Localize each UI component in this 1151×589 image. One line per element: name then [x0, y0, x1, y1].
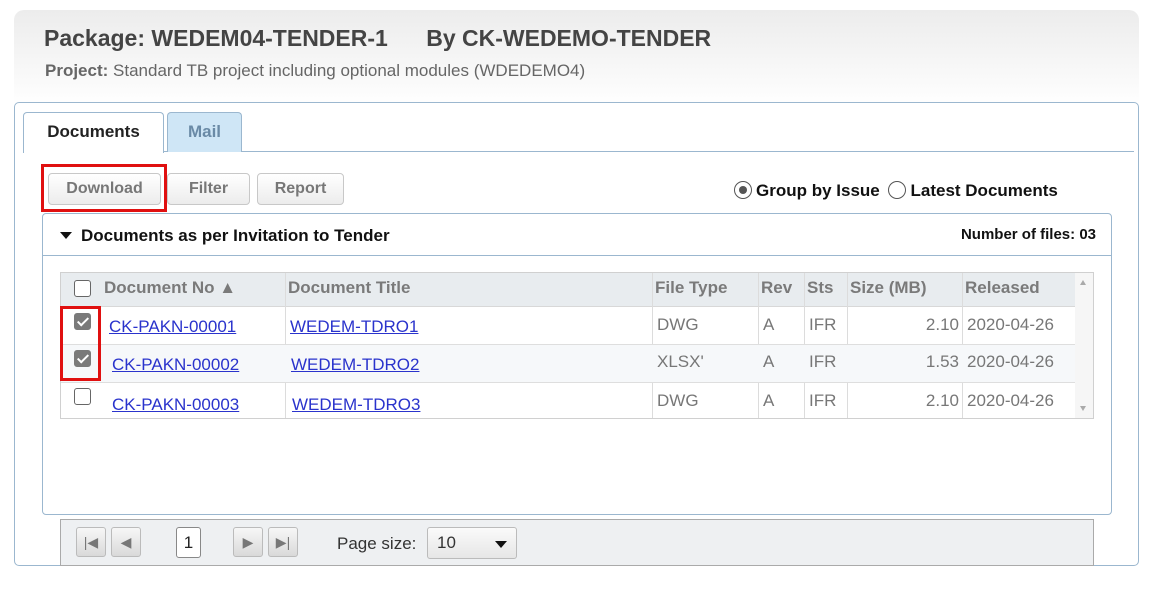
- col-file-type[interactable]: File Type: [655, 278, 727, 298]
- document-title-link[interactable]: WEDEM-TDRO1: [290, 317, 418, 337]
- page-size-value: 10: [437, 533, 456, 552]
- col-rev[interactable]: Rev: [761, 278, 792, 298]
- col-released[interactable]: Released: [965, 278, 1040, 298]
- first-page-icon[interactable]: |◀: [76, 527, 106, 557]
- sts-cell: IFR: [809, 352, 837, 371]
- filter-button[interactable]: Filter: [167, 173, 250, 205]
- rev-cell: A: [763, 391, 775, 410]
- main-panel: Documents Mail Download Filter Report Gr…: [14, 102, 1139, 566]
- chevron-down-icon: [495, 541, 507, 548]
- view-options: Group by Issue Latest Documents: [734, 181, 1062, 201]
- col-document-no[interactable]: Document No ▲: [104, 278, 236, 298]
- file-type-cell: DWG: [657, 391, 699, 410]
- page-size-select[interactable]: 10: [427, 527, 517, 559]
- table-row[interactable]: CK-PAKN-00001 WEDEM-TDRO1 DWG A IFR 2.10…: [61, 307, 1076, 345]
- document-title-link[interactable]: WEDEM-TDRO2: [291, 355, 419, 375]
- report-button[interactable]: Report: [257, 173, 344, 205]
- select-all-checkbox[interactable]: [74, 280, 91, 297]
- file-type-cell: DWG: [657, 315, 699, 334]
- package-label: Package:: [44, 25, 146, 51]
- checkbox-highlight-box: [60, 306, 101, 381]
- released-cell: 2020-04-26: [967, 391, 1054, 410]
- group-by-issue-radio[interactable]: [734, 181, 752, 199]
- page-number-input[interactable]: 1: [176, 527, 201, 558]
- file-count: Number of files: 03: [960, 226, 1096, 243]
- project-value: Standard TB project including optional m…: [113, 61, 586, 80]
- last-page-icon[interactable]: ▶|: [268, 527, 298, 557]
- document-no-link[interactable]: CK-PAKN-00003: [112, 395, 239, 415]
- document-title-link[interactable]: WEDEM-TDRO3: [292, 395, 420, 415]
- page-size-label: Page size:: [337, 534, 417, 553]
- table-row[interactable]: CK-PAKN-00002 WEDEM-TDRO2 XLSX' A IFR 1.…: [61, 345, 1076, 383]
- document-group-panel: Documents as per Invitation to Tender Nu…: [42, 213, 1112, 566]
- table-row[interactable]: CK-PAKN-00003 WEDEM-TDRO3 DWG A IFR 2.10…: [61, 383, 1076, 418]
- rev-cell: A: [763, 315, 775, 334]
- document-no-link[interactable]: CK-PAKN-00001: [109, 317, 236, 337]
- tab-documents[interactable]: Documents: [23, 112, 164, 153]
- download-highlight-box: [41, 164, 167, 212]
- size-cell: 1.53: [925, 352, 959, 371]
- group-by-issue-label[interactable]: Group by Issue: [756, 181, 880, 200]
- vertical-scrollbar[interactable]: [1075, 273, 1093, 418]
- document-no-link[interactable]: CK-PAKN-00002: [112, 355, 239, 375]
- by-label: By: [426, 25, 456, 51]
- project-line: Project: Standard TB project including o…: [45, 61, 585, 81]
- documents-grid: Document No ▲ Document Title File Type R…: [60, 272, 1094, 419]
- size-cell: 2.10: [925, 315, 959, 334]
- col-size[interactable]: Size (MB): [850, 278, 927, 298]
- tab-mail[interactable]: Mail: [167, 112, 242, 152]
- released-cell: 2020-04-26: [967, 315, 1054, 334]
- file-type-cell: XLSX': [657, 352, 704, 371]
- sts-cell: IFR: [809, 315, 837, 334]
- by-name: CK-WEDEMO-TENDER: [462, 25, 712, 51]
- col-sts[interactable]: Sts: [807, 278, 833, 298]
- latest-documents-label[interactable]: Latest Documents: [910, 181, 1057, 200]
- pager: |◀ ◀ 1 ▶ ▶| Page size: 10: [60, 519, 1094, 566]
- group-title: Documents as per Invitation to Tender: [81, 226, 390, 245]
- scroll-down-icon[interactable]: [1080, 406, 1086, 411]
- scroll-up-icon[interactable]: [1080, 280, 1086, 285]
- next-page-icon[interactable]: ▶: [233, 527, 263, 557]
- project-label: Project:: [45, 61, 109, 80]
- collapse-triangle-icon[interactable]: [60, 232, 72, 239]
- group-header[interactable]: Documents as per Invitation to Tender Nu…: [43, 214, 1111, 256]
- package-title: Package: WEDEM04-TENDER-1 By CK-WEDEMO-T…: [44, 25, 711, 52]
- package-name: WEDEM04-TENDER-1: [151, 25, 388, 51]
- latest-documents-radio[interactable]: [888, 181, 907, 199]
- row-checkbox[interactable]: [74, 388, 91, 405]
- col-document-title[interactable]: Document Title: [288, 278, 410, 298]
- prev-page-icon[interactable]: ◀: [111, 527, 141, 557]
- page-header: Package: WEDEM04-TENDER-1 By CK-WEDEMO-T…: [14, 10, 1139, 105]
- grid-header: Document No ▲ Document Title File Type R…: [61, 273, 1076, 307]
- released-cell: 2020-04-26: [967, 352, 1054, 371]
- sts-cell: IFR: [809, 391, 837, 410]
- rev-cell: A: [763, 352, 775, 371]
- size-cell: 2.10: [925, 391, 959, 410]
